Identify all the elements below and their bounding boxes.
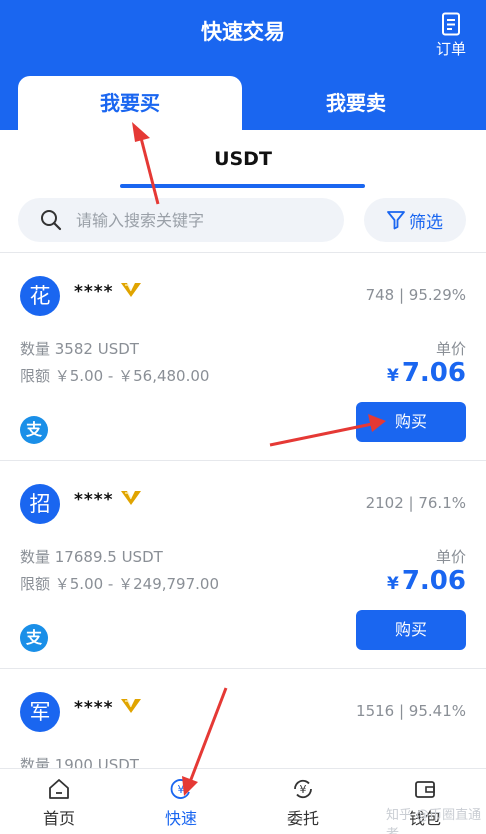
buy-button[interactable]: 购买	[356, 610, 466, 650]
merchant-stats: 1516 | 95.41%	[356, 702, 466, 720]
nav-home-label: 首页	[42, 809, 75, 828]
merchant-avatar[interactable]: 军	[20, 692, 60, 732]
tab-buy[interactable]: 我要买	[18, 76, 242, 130]
divider	[0, 252, 486, 253]
nav-quick[interactable]: ¥ 快速	[136, 777, 226, 829]
home-icon	[49, 779, 69, 799]
svg-text:¥: ¥	[178, 783, 185, 796]
price-value: ¥7.06	[387, 566, 466, 596]
buy-button[interactable]: 购买	[356, 402, 466, 442]
quantity-text: 数量 17689.5 USDT	[20, 548, 163, 566]
wallet-icon	[415, 781, 435, 798]
merchant-name[interactable]: ****	[74, 282, 114, 302]
alipay-icon: 支	[20, 624, 48, 652]
nav-orders[interactable]: ¥ 委托	[258, 777, 348, 829]
yuan-cycle-icon: ¥	[294, 779, 312, 799]
price-number: 7.06	[401, 566, 466, 596]
page-title: 快速交易	[201, 20, 285, 44]
divider	[0, 460, 486, 461]
filter-label: 筛选	[409, 213, 443, 233]
yuan-exchange-icon: ¥	[170, 779, 192, 799]
listing-card: 招 **** 2102 | 76.1% 数量 17689.5 USDT 限额 ￥…	[0, 470, 486, 678]
alipay-icon: 支	[20, 416, 48, 444]
nav-home[interactable]: 首页	[14, 777, 104, 829]
tab-usdt[interactable]: USDT	[0, 148, 486, 170]
currency-symbol: ¥	[387, 366, 399, 386]
merchant-stats: 748 | 95.29%	[365, 286, 466, 304]
limit-text: 限额 ￥5.00 - ￥56,480.00	[20, 367, 210, 385]
merchant-stats: 2102 | 76.1%	[365, 494, 466, 512]
orders-button[interactable]: 订单	[434, 12, 468, 59]
price-label: 单价	[435, 340, 466, 358]
orders-label: 订单	[435, 40, 466, 58]
price-number: 7.06	[401, 358, 466, 388]
merchant-avatar[interactable]: 花	[20, 276, 60, 316]
search-bar[interactable]	[18, 198, 344, 242]
filter-button[interactable]: 筛选	[364, 198, 466, 242]
divider	[0, 668, 486, 669]
tab-usdt-indicator	[120, 184, 365, 188]
svg-text:¥: ¥	[300, 783, 307, 796]
watermark: 知乎 @币圈直通者	[386, 808, 482, 834]
listing-card: 军 **** 1516 | 95.41% 数量 1900 USDT	[0, 678, 486, 768]
currency-symbol: ¥	[387, 574, 399, 594]
vip-badge-icon	[121, 699, 141, 713]
search-input[interactable]	[76, 198, 336, 242]
order-list-icon	[442, 12, 460, 36]
listing-card: 花 **** 748 | 95.29% 数量 3582 USDT 限额 ￥5.0…	[0, 262, 486, 470]
tab-sell[interactable]: 我要卖	[244, 76, 468, 130]
limit-text: 限额 ￥5.00 - ￥249,797.00	[20, 575, 219, 593]
price-value: ¥7.06	[387, 358, 466, 388]
quantity-text: 数量 1900 USDT	[20, 756, 139, 768]
vip-badge-icon	[121, 283, 141, 297]
filter-icon	[387, 211, 405, 230]
merchant-name[interactable]: ****	[74, 490, 114, 510]
merchant-avatar[interactable]: 招	[20, 484, 60, 524]
nav-quick-label: 快速	[164, 809, 197, 828]
vip-badge-icon	[121, 491, 141, 505]
search-icon	[41, 210, 62, 231]
price-label: 单价	[435, 548, 466, 566]
quantity-text: 数量 3582 USDT	[20, 340, 139, 358]
header-bar: 快速交易 订单 我要买 我要卖	[0, 0, 486, 130]
nav-orders-label: 委托	[286, 809, 319, 828]
merchant-name[interactable]: ****	[74, 698, 114, 718]
